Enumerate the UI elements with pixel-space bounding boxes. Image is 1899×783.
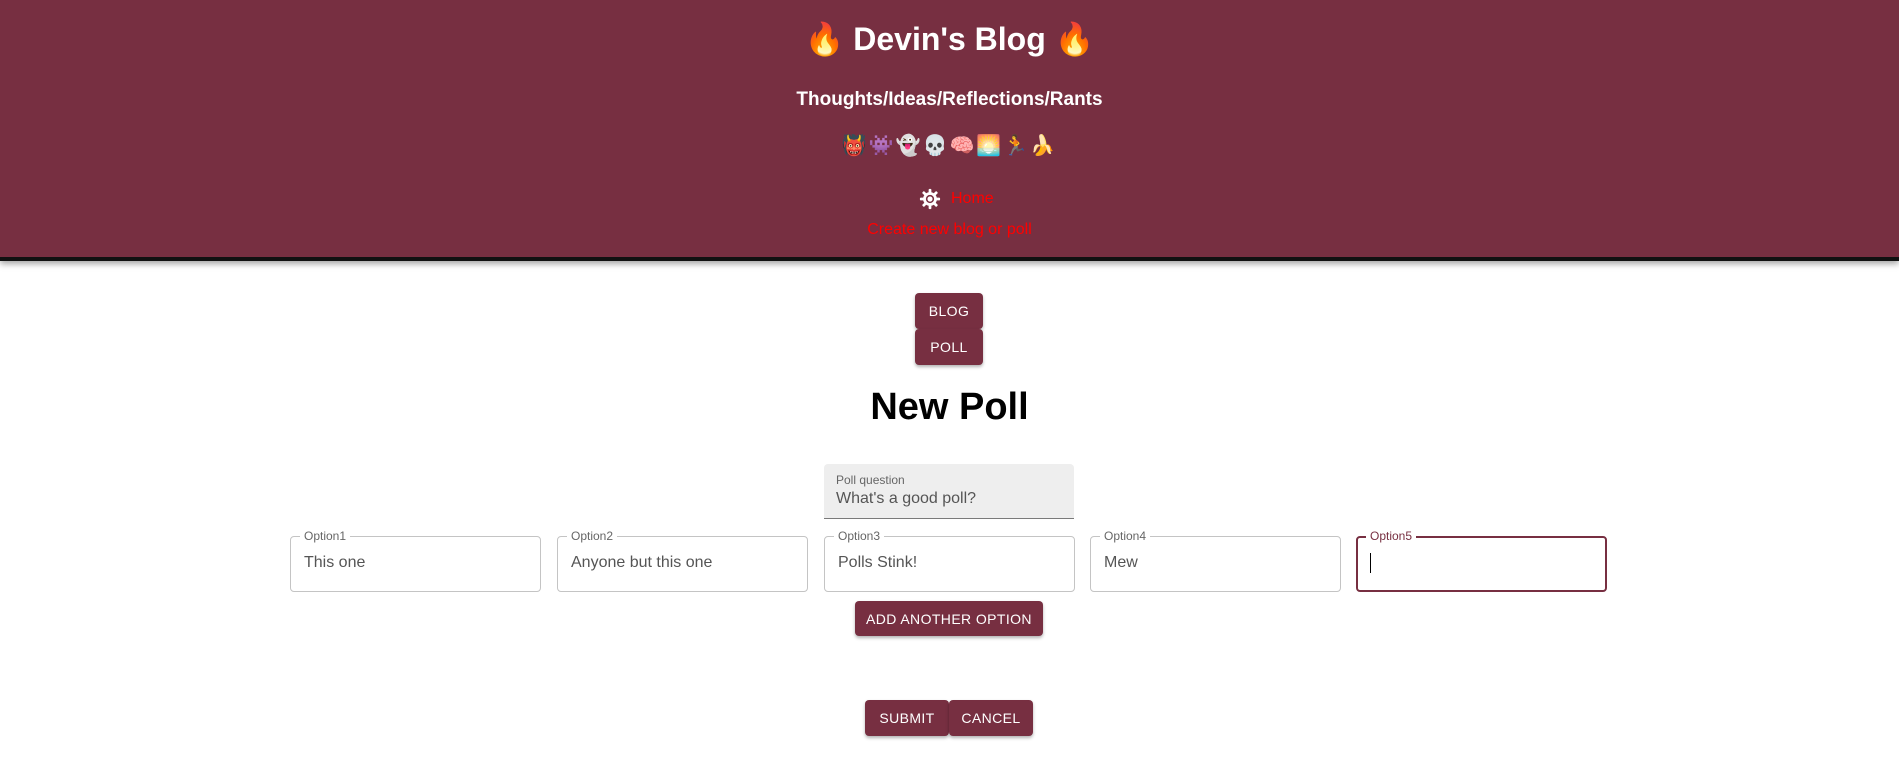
option4-input[interactable]: [1104, 554, 1329, 572]
gear-icon[interactable]: [917, 186, 943, 212]
option1-input[interactable]: [304, 554, 529, 572]
nav-create-link[interactable]: Create new blog or poll: [867, 221, 1032, 238]
option4-label: Option4: [1100, 529, 1151, 543]
page-title: New Poll: [870, 386, 1029, 428]
nav-home-row: Home: [917, 186, 994, 212]
option3-field[interactable]: Option3: [824, 529, 1075, 592]
blog-button[interactable]: BLOG: [915, 293, 983, 329]
text-caret: [1370, 553, 1371, 573]
option2-label: Option2: [567, 529, 618, 543]
site-header: 🔥 Devin's Blog 🔥 Thoughts/Ideas/Reflecti…: [0, 0, 1899, 261]
site-tagline: Thoughts/Ideas/Reflections/Rants: [796, 89, 1103, 110]
option2-input[interactable]: [571, 554, 796, 572]
option5-field[interactable]: Option5: [1356, 529, 1607, 592]
poll-button[interactable]: POLL: [915, 329, 983, 365]
submit-button[interactable]: SUBMIT: [865, 700, 949, 736]
option4-field[interactable]: Option4: [1090, 529, 1341, 592]
add-option-button[interactable]: ADD ANOTHER OPTION: [855, 601, 1043, 636]
poll-question-field[interactable]: Poll question: [824, 464, 1074, 519]
option5-input[interactable]: [1370, 554, 1595, 572]
nav-home-link[interactable]: Home: [951, 190, 994, 208]
option1-label: Option1: [300, 529, 351, 543]
option3-label: Option3: [834, 529, 885, 543]
cancel-button[interactable]: CANCEL: [949, 700, 1033, 736]
option3-input[interactable]: [838, 554, 1063, 572]
site-title: 🔥 Devin's Blog 🔥: [804, 21, 1095, 57]
poll-question-label: Poll question: [836, 473, 905, 487]
option2-field[interactable]: Option2: [557, 529, 808, 592]
nav-create-row: Create new blog or poll: [0, 221, 1899, 239]
emoji-row: 👹👾👻💀🧠🌅🏃🍌: [841, 135, 1058, 157]
option5-label: Option5: [1366, 529, 1417, 543]
poll-question-input[interactable]: [836, 490, 1062, 508]
option1-field[interactable]: Option1: [290, 529, 541, 592]
